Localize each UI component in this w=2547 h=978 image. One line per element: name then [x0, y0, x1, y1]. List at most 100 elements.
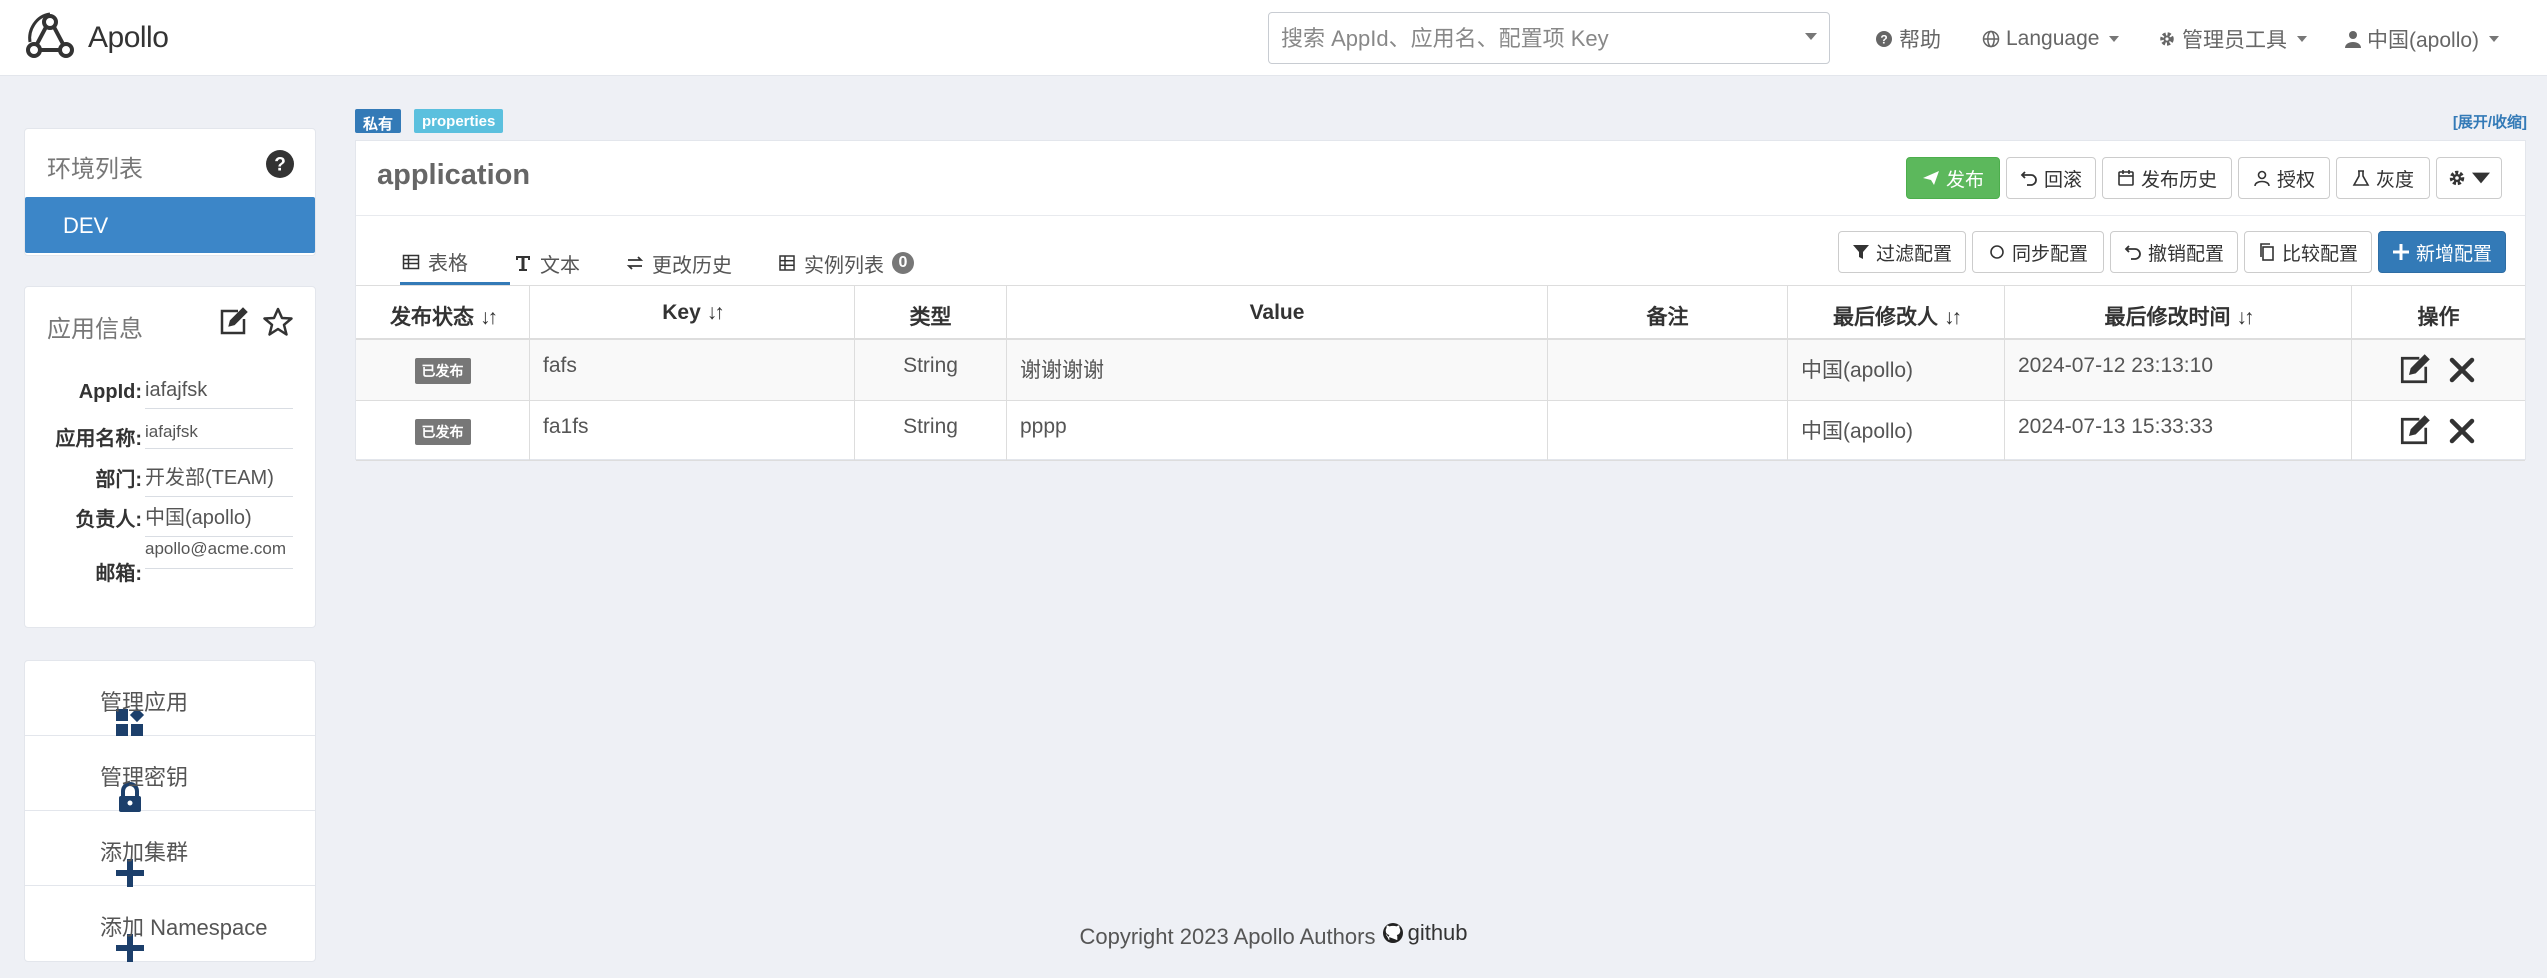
rollback-icon	[2020, 169, 2038, 187]
user-icon	[2345, 30, 2361, 48]
instance-count-badge: 0	[892, 252, 914, 274]
value-cell: 谢谢谢谢	[1007, 340, 1548, 400]
tab-table-label: 表格	[428, 253, 468, 275]
copyright-text: Copyright 2023 Apollo Authors	[1079, 924, 1376, 949]
modifier-cell: 中国(apollo)	[1788, 401, 2005, 460]
revoke-config-label: 撤销配置	[2147, 243, 2224, 265]
edit-icon[interactable]	[218, 307, 248, 337]
sync-config-button[interactable]: 同步配置	[1972, 231, 2104, 273]
column-label: Value	[1249, 301, 1305, 324]
info-label: AppId:	[78, 381, 142, 403]
language-label: Language	[2006, 27, 2100, 50]
header-divider	[356, 215, 2525, 216]
column-header-modifier[interactable]: 最后修改人 ↓↑	[1788, 286, 2005, 338]
gear-icon	[2448, 169, 2466, 187]
info-value: iafajfsk	[145, 379, 293, 409]
info-label: 负责人:	[75, 509, 142, 531]
tab-instances[interactable]: 实例列表 0	[778, 241, 914, 285]
search-input[interactable]: 搜索 AppId、应用名、配置项 Key	[1268, 12, 1830, 64]
sort-icon[interactable]: ↓↑	[2237, 306, 2255, 330]
env-item-dev[interactable]: DEV	[25, 197, 315, 253]
user-dropdown[interactable]: 中国(apollo)	[2345, 24, 2500, 54]
apollo-logo-icon	[22, 10, 78, 66]
column-header-modified-time[interactable]: 最后修改时间 ↓↑	[2005, 286, 2352, 338]
column-header-value: Value	[1007, 286, 1548, 338]
edit-icon[interactable]	[2398, 415, 2430, 447]
column-label: 最后修改时间	[2104, 306, 2231, 329]
published-badge: 已发布	[414, 358, 471, 384]
rollback-button[interactable]: 回滚	[2006, 157, 2096, 199]
admin-tools-dropdown[interactable]: 管理员工具	[2158, 24, 2307, 54]
help-link[interactable]: ? 帮助	[1875, 24, 1941, 54]
sort-icon[interactable]: ↓↑	[707, 301, 725, 325]
column-label: Key	[662, 301, 701, 324]
help-icon[interactable]: ?	[265, 149, 295, 179]
environment-panel: 环境列表 ? DEV	[24, 128, 316, 256]
expand-collapse-link[interactable]: [展开/收缩]	[2453, 111, 2527, 132]
env-list-title: 环境列表	[47, 156, 143, 183]
sort-icon[interactable]: ↓↑	[1944, 306, 1962, 330]
delete-icon[interactable]	[2446, 354, 2478, 386]
transfer-icon	[626, 254, 644, 272]
column-header-key[interactable]: Key ↓↑	[530, 286, 855, 338]
add-config-label: 新增配置	[2415, 243, 2492, 265]
filter-config-button[interactable]: 过滤配置	[1838, 231, 1966, 273]
tab-table[interactable]: 表格	[400, 241, 510, 285]
modifier-cell: 中国(apollo)	[1788, 340, 2005, 400]
app-actions-panel: 管理应用 管理密钥 添加集群 添加 Namespace	[24, 660, 316, 962]
help-label: 帮助	[1899, 29, 1941, 52]
column-header-type: 类型	[855, 286, 1007, 338]
sort-icon[interactable]: ↓↑	[480, 306, 498, 330]
github-link[interactable]: github	[1382, 920, 1468, 946]
authorize-button[interactable]: 授权	[2238, 157, 2330, 199]
revoke-config-button[interactable]: 撤销配置	[2110, 231, 2238, 273]
star-icon[interactable]	[263, 307, 293, 337]
column-label: 备注	[1646, 306, 1689, 329]
brand-name: Apollo	[88, 21, 169, 54]
github-icon	[1382, 922, 1404, 944]
language-dropdown[interactable]: Language	[1982, 24, 2120, 54]
add-cluster-item[interactable]: 添加集群	[25, 811, 315, 887]
column-header-comment: 备注	[1548, 286, 1788, 338]
key-cell: fafs	[530, 340, 855, 400]
manage-app-item[interactable]: 管理应用	[25, 661, 315, 736]
column-header-status[interactable]: 发布状态 ↓↑	[356, 286, 530, 338]
delete-icon[interactable]	[2446, 415, 2478, 447]
top-navbar: Apollo 搜索 AppId、应用名、配置项 Key ? 帮助 Languag…	[0, 0, 2547, 76]
add-config-button[interactable]: 新增配置	[2378, 231, 2506, 273]
key-cell: fa1fs	[530, 401, 855, 460]
search-placeholder: 搜索 AppId、应用名、配置项 Key	[1281, 26, 1609, 51]
compare-config-button[interactable]: 比较配置	[2244, 231, 2372, 273]
status-cell: 已发布	[356, 401, 530, 460]
release-history-button[interactable]: 发布历史	[2102, 157, 2232, 199]
config-table: 发布状态 ↓↑ Key ↓↑ 类型 Value 备注 最后修改人 ↓↑ 最后修改时间 ↓…	[356, 285, 2525, 461]
info-value: iafajfsk	[145, 422, 293, 449]
brand[interactable]: Apollo	[22, 10, 169, 66]
svg-text:?: ?	[1880, 33, 1887, 47]
gray-release-button[interactable]: 灰度	[2336, 157, 2430, 199]
tab-text[interactable]: 文本	[514, 241, 580, 285]
column-label: 操作	[2417, 306, 2460, 329]
chevron-down-icon[interactable]	[1805, 33, 1817, 40]
table-header-row: 发布状态 ↓↑ Key ↓↑ 类型 Value 备注 最后修改人 ↓↑ 最后修改时间 ↓…	[356, 286, 2525, 340]
format-badge: properties	[414, 109, 504, 133]
manage-app-label: 管理应用	[100, 690, 189, 715]
tab-change-history[interactable]: 更改历史	[626, 241, 732, 285]
tab-instances-label: 实例列表	[804, 254, 884, 277]
info-label: 部门:	[95, 469, 142, 491]
edit-icon[interactable]	[2398, 354, 2430, 386]
table-icon	[402, 253, 420, 271]
calendar-icon	[2117, 169, 2135, 187]
info-value: 中国(apollo)	[145, 501, 293, 537]
tab-change-history-label: 更改历史	[652, 254, 732, 277]
app-info-panel: 应用信息 AppId: iafajfsk 应用名称: iafajfsk 部门: …	[24, 286, 316, 628]
manage-secret-item[interactable]: 管理密钥	[25, 736, 315, 812]
publish-button[interactable]: 发布	[1906, 157, 2000, 199]
gear-icon	[2158, 30, 2176, 48]
actions-cell	[2352, 340, 2525, 400]
flask-icon	[2352, 169, 2370, 187]
type-cell: String	[855, 401, 1007, 460]
settings-dropdown-button[interactable]	[2436, 157, 2502, 199]
user-label: 中国(apollo)	[2367, 29, 2480, 52]
github-label: github	[1407, 920, 1468, 945]
